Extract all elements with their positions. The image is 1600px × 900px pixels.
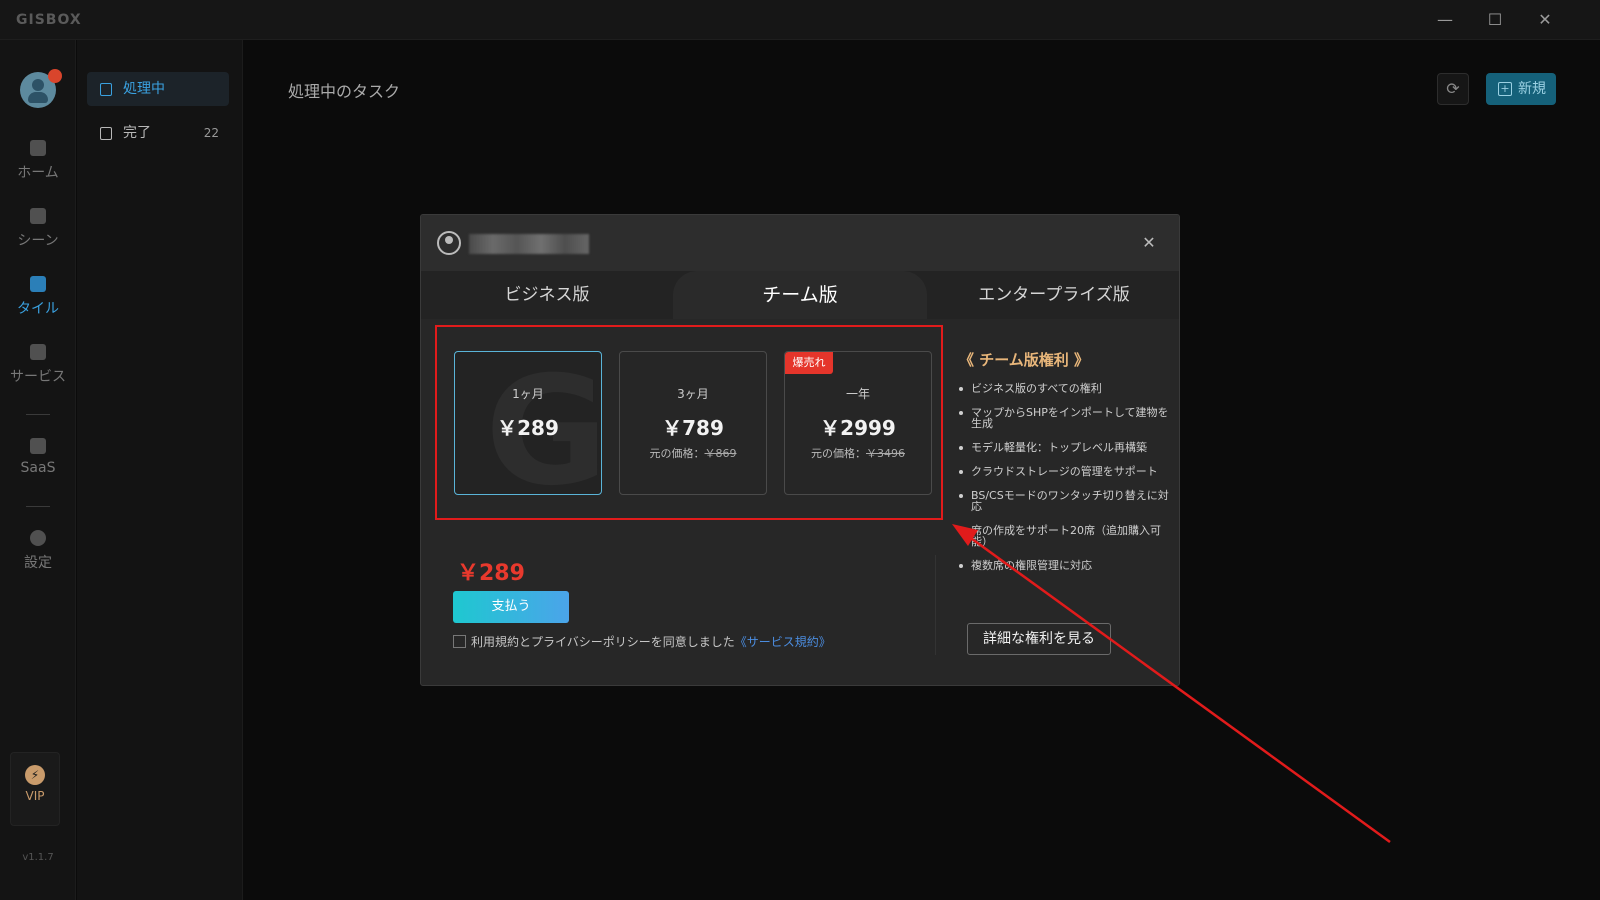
task-subpanel: 処理中 完了 22 bbox=[77, 40, 243, 900]
avatar-head bbox=[32, 79, 44, 91]
app-logo: GISBOX bbox=[16, 12, 82, 28]
service-icon bbox=[30, 344, 46, 360]
nav-service[interactable]: サービス bbox=[0, 344, 76, 386]
modal-header: ✕ bbox=[421, 215, 1179, 271]
processing-icon bbox=[100, 83, 112, 96]
home-icon bbox=[30, 140, 46, 156]
terms-agreement: 利用規約とプライバシーポリシーを同意しました《サービス規約》 bbox=[453, 633, 831, 650]
vertical-divider bbox=[935, 555, 936, 655]
nav-saas-label: SaaS bbox=[20, 460, 56, 476]
benefits-title: 《 チーム版権利 》 bbox=[959, 351, 1089, 369]
purchase-modal: ✕ ビジネス版 チーム版 エンタープライズ版 G 1ヶ月 ￥289 3ヶ月 ￥7… bbox=[420, 214, 1180, 686]
pay-button[interactable]: 支払う bbox=[453, 591, 569, 623]
nav-scene-label: シーン bbox=[17, 233, 59, 249]
benefit-item: ビジネス版のすべての権利 bbox=[959, 383, 1175, 394]
benefit-item: クラウドストレージの管理をサポート bbox=[959, 466, 1175, 477]
benefits-list: ビジネス版のすべての権利 マップからSHPをインポートして建物を生成 モデル軽量… bbox=[959, 383, 1175, 584]
maximize-button[interactable]: ☐ bbox=[1482, 8, 1508, 32]
red-highlight-box bbox=[435, 325, 943, 520]
saas-icon bbox=[30, 438, 46, 454]
tab-enterprise[interactable]: エンタープライズ版 bbox=[927, 271, 1179, 319]
scene-icon bbox=[30, 208, 46, 224]
nav-settings-label: 設定 bbox=[24, 555, 52, 571]
app-version: v1.1.7 bbox=[22, 852, 54, 863]
nav-home[interactable]: ホーム bbox=[0, 140, 76, 182]
subnav-completed-label: 完了 bbox=[123, 125, 151, 141]
benefit-item: 複数席の権限管理に対応 bbox=[959, 560, 1175, 571]
settings-icon bbox=[30, 530, 46, 546]
nav-divider bbox=[26, 506, 50, 507]
refresh-icon: ⟳ bbox=[1446, 79, 1460, 98]
terms-checkbox[interactable] bbox=[453, 635, 466, 648]
benefit-item: 席の作成をサポート20席（追加購入可能） bbox=[959, 525, 1175, 547]
notification-badge-icon bbox=[48, 69, 62, 83]
benefit-item: BS/CSモードのワンタッチ切り替えに対応 bbox=[959, 490, 1175, 512]
user-circle-icon bbox=[437, 231, 461, 255]
benefit-item: マップからSHPをインポートして建物を生成 bbox=[959, 407, 1175, 429]
nav-divider bbox=[26, 414, 50, 415]
add-icon: + bbox=[1498, 82, 1512, 96]
close-window-button[interactable]: ✕ bbox=[1532, 8, 1558, 32]
nav-tile-label: タイル bbox=[17, 301, 59, 317]
subnav-completed[interactable]: 完了 22 bbox=[87, 116, 229, 150]
edition-tabs: ビジネス版 チーム版 エンタープライズ版 bbox=[421, 271, 1179, 319]
vip-button[interactable]: ⚡ VIP bbox=[10, 752, 60, 826]
blurred-username bbox=[469, 234, 589, 254]
minimize-button[interactable]: — bbox=[1432, 8, 1458, 32]
title-bar: GISBOX — ☐ ✕ bbox=[0, 0, 1600, 40]
vip-label: VIP bbox=[25, 789, 45, 803]
view-details-button[interactable]: 詳細な権利を見る bbox=[967, 623, 1111, 655]
nav-home-label: ホーム bbox=[17, 165, 59, 181]
nav-tile[interactable]: タイル bbox=[0, 276, 76, 318]
tab-business[interactable]: ビジネス版 bbox=[421, 271, 673, 319]
close-icon[interactable]: ✕ bbox=[1139, 233, 1159, 253]
completed-count: 22 bbox=[203, 126, 219, 140]
page-title: 処理中のタスク bbox=[288, 82, 401, 101]
benefit-item: モデル軽量化：トップレベル再構築 bbox=[959, 442, 1175, 453]
terms-link[interactable]: 《サービス規約》 bbox=[735, 635, 831, 649]
tile-icon bbox=[30, 276, 46, 292]
avatar-body bbox=[28, 92, 48, 103]
nav-settings[interactable]: 設定 bbox=[0, 530, 76, 572]
refresh-button[interactable]: ⟳ bbox=[1437, 73, 1469, 105]
nav-scene[interactable]: シーン bbox=[0, 208, 76, 250]
tab-team[interactable]: チーム版 bbox=[673, 271, 927, 319]
total-price: ￥289 bbox=[457, 561, 525, 586]
nav-saas[interactable]: SaaS bbox=[0, 438, 76, 476]
subnav-processing-label: 処理中 bbox=[123, 81, 165, 97]
nav-service-label: サービス bbox=[10, 369, 66, 385]
terms-text: 利用規約とプライバシーポリシーを同意しました bbox=[471, 635, 735, 649]
main-sidebar: ホーム シーン タイル サービス SaaS 設定 ⚡ VIP v1.1.7 bbox=[0, 40, 76, 900]
subnav-processing[interactable]: 処理中 bbox=[87, 72, 229, 106]
new-task-button[interactable]: + 新規 bbox=[1486, 73, 1556, 105]
lightning-icon: ⚡ bbox=[25, 765, 45, 785]
completed-icon bbox=[100, 127, 112, 140]
new-task-label: 新規 bbox=[1518, 81, 1546, 97]
